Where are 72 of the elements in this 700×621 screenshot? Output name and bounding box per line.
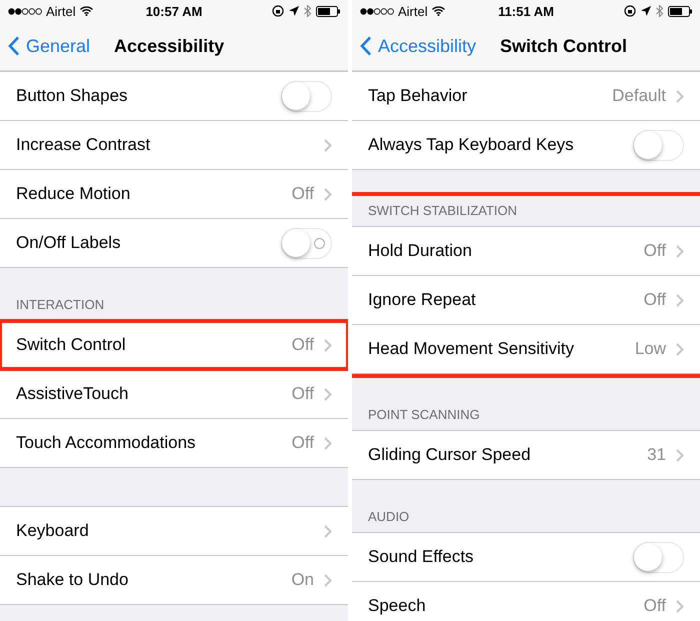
chevron-icon bbox=[324, 436, 332, 450]
back-button[interactable]: Accessibility bbox=[360, 36, 476, 56]
section-header: POINT SCANNING bbox=[367, 406, 481, 424]
setting-value: Low bbox=[634, 339, 666, 359]
setting-label: Sound Effects bbox=[368, 547, 475, 567]
status-time: 11:51 AM bbox=[498, 4, 554, 18]
settings-row[interactable]: Switch Control Off bbox=[0, 321, 348, 369]
setting-label: Speech bbox=[368, 596, 427, 616]
signal-dots-icon bbox=[360, 8, 394, 14]
chevron-icon bbox=[676, 90, 684, 102]
back-button[interactable]: General bbox=[8, 36, 90, 56]
chevron-icon bbox=[324, 338, 332, 352]
carrier-name: Airtel bbox=[398, 4, 428, 18]
setting-label: Head Movement Sensitivity bbox=[368, 339, 575, 359]
chevron-icon bbox=[324, 524, 332, 538]
chevron-icon bbox=[324, 188, 332, 200]
back-chevron-icon bbox=[8, 36, 20, 56]
rotation-lock-icon bbox=[624, 5, 636, 17]
screen-title: Switch Control bbox=[500, 36, 628, 56]
chevron-icon bbox=[324, 574, 332, 586]
toggle-switch[interactable] bbox=[281, 228, 332, 258]
setting-label: Shake to Undo bbox=[16, 570, 130, 590]
setting-value: Off bbox=[292, 184, 314, 204]
back-chevron-icon bbox=[360, 36, 372, 56]
setting-label: Gliding Cursor Speed bbox=[368, 445, 532, 465]
setting-label: Tap Behavior bbox=[368, 86, 468, 106]
setting-value: Default bbox=[612, 86, 666, 106]
chevron-icon bbox=[324, 138, 332, 152]
toggle-switch[interactable] bbox=[633, 542, 684, 572]
setting-label: Hold Duration bbox=[368, 241, 473, 261]
setting-label: Touch Accommodations bbox=[16, 433, 197, 453]
setting-label: Switch Control bbox=[16, 335, 127, 355]
setting-label: Ignore Repeat bbox=[368, 290, 477, 310]
carrier-name: Airtel bbox=[46, 4, 76, 18]
battery-icon bbox=[316, 6, 340, 16]
battery-icon bbox=[668, 6, 692, 16]
chevron-icon bbox=[676, 244, 684, 258]
setting-value: Off bbox=[644, 290, 666, 310]
status-time: 10:57 AM bbox=[146, 4, 202, 18]
wifi-icon bbox=[432, 6, 445, 16]
setting-label: Button Shapes bbox=[16, 86, 129, 106]
setting-label: On/Off Labels bbox=[16, 233, 122, 253]
rotation-lock-icon bbox=[272, 5, 284, 17]
section-header: SWITCH STABILIZATION bbox=[367, 202, 518, 220]
bluetooth-icon bbox=[304, 5, 312, 17]
signal-dots-icon bbox=[8, 8, 42, 14]
chevron-icon bbox=[324, 388, 332, 400]
setting-label: Reduce Motion bbox=[16, 184, 132, 204]
location-arrow-icon bbox=[641, 6, 652, 16]
setting-value: Off bbox=[644, 596, 666, 616]
toggle-switch[interactable] bbox=[633, 130, 684, 160]
setting-label: Keyboard bbox=[16, 521, 90, 541]
chevron-icon bbox=[676, 342, 684, 356]
setting-value: On bbox=[291, 570, 314, 590]
chevron-icon bbox=[676, 294, 684, 306]
chevron-icon bbox=[676, 600, 684, 612]
wifi-icon bbox=[80, 6, 93, 16]
setting-label: Increase Contrast bbox=[16, 135, 152, 155]
setting-value: Off bbox=[292, 384, 314, 404]
location-arrow-icon bbox=[289, 6, 300, 16]
setting-label: AssistiveTouch bbox=[16, 384, 130, 404]
setting-value: Off bbox=[292, 433, 314, 453]
section-header: AUDIO bbox=[367, 508, 410, 526]
setting-label: Always Tap Keyboard Keys bbox=[368, 135, 575, 155]
bluetooth-icon bbox=[656, 5, 664, 17]
screen-title: Accessibility bbox=[114, 36, 224, 56]
setting-value: Off bbox=[644, 241, 666, 261]
section-header: INTERACTION bbox=[15, 296, 106, 314]
setting-value: Off bbox=[292, 335, 314, 355]
setting-value: 31 bbox=[647, 445, 666, 465]
chevron-icon bbox=[676, 448, 684, 462]
toggle-switch[interactable] bbox=[281, 80, 332, 112]
